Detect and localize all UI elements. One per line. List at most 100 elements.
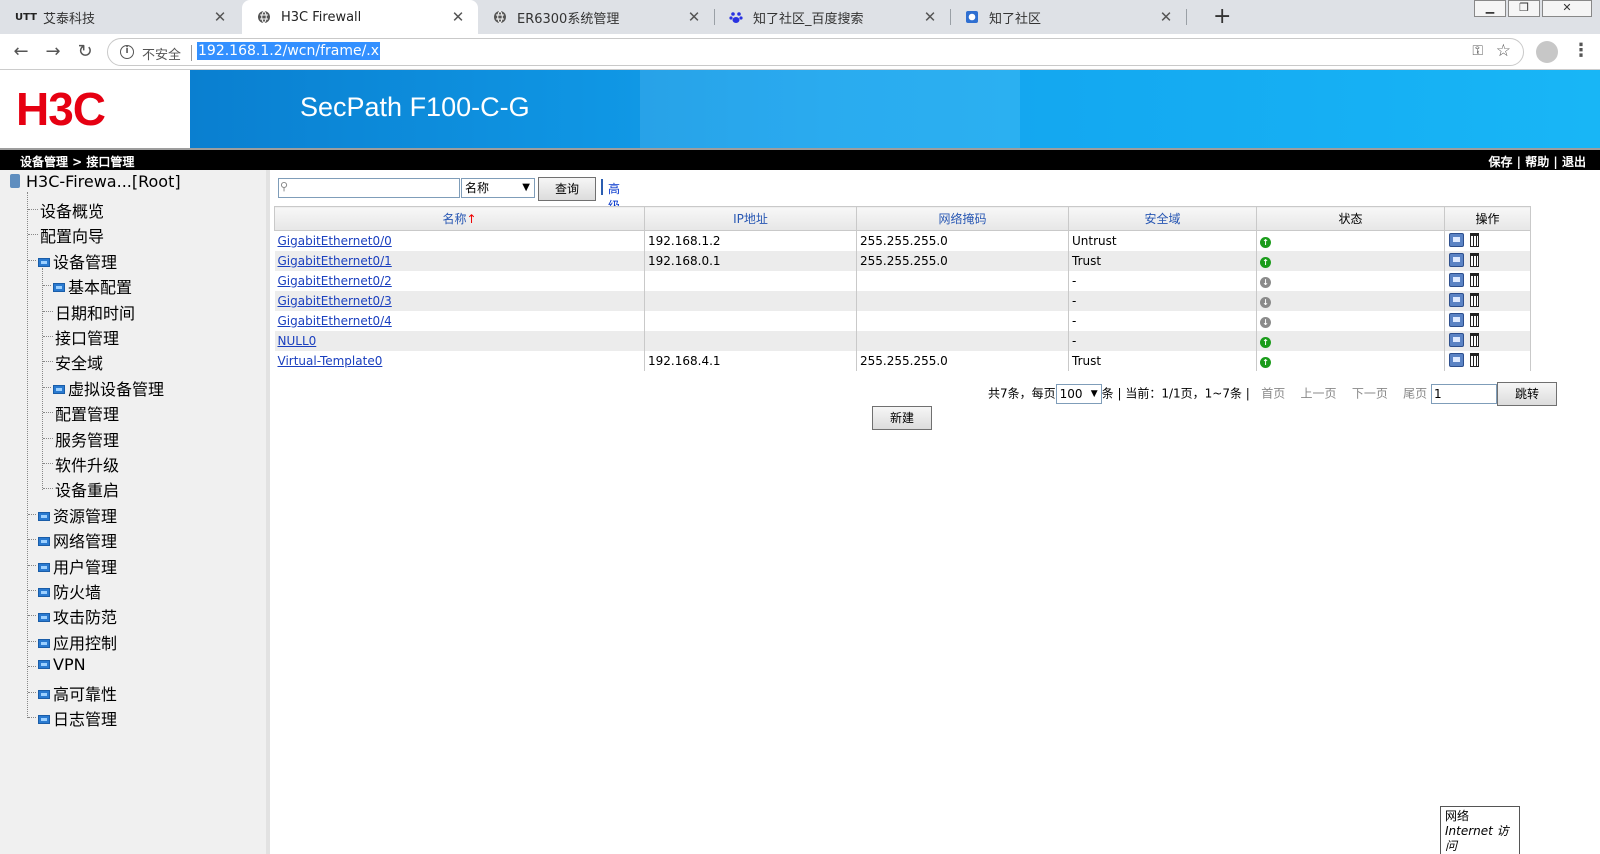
edit-icon[interactable] <box>1449 333 1464 347</box>
minimize-icon[interactable]: ▁ <box>1474 0 1506 17</box>
navigation-tree: H3C-Firewa...[Root] 设备概览 配置向导 设备管理 基本配置 日期和时… <box>0 170 270 854</box>
help-link[interactable]: 帮助 <box>1525 155 1549 169</box>
interface-name-link[interactable]: NULL0 <box>278 334 317 348</box>
sidebar-item[interactable]: 应用控制 <box>38 630 117 654</box>
tab-utt[interactable]: UTT 艾泰科技 ✕ <box>4 0 240 34</box>
tree-line <box>43 310 53 312</box>
col-header-zone[interactable]: 安全域 <box>1068 206 1257 231</box>
device-icon <box>10 174 20 188</box>
tab-close-icon[interactable]: ✕ <box>1158 8 1174 26</box>
sidebar-item-label: 高可靠性 <box>53 684 118 704</box>
tab-close-icon[interactable]: ✕ <box>450 8 466 26</box>
jump-page-input[interactable]: 1 <box>1430 384 1497 404</box>
zone-cell: Trust <box>1068 350 1257 371</box>
ip-cell: 192.168.0.1 <box>644 250 857 271</box>
sidebar-item[interactable]: 用户管理 <box>38 554 117 578</box>
sidebar-item[interactable]: 设备重启 <box>55 477 119 501</box>
logout-link[interactable]: 退出 <box>1562 155 1586 169</box>
tab-close-icon[interactable]: ✕ <box>922 8 938 26</box>
back-arrow-icon[interactable]: ← <box>9 40 33 64</box>
first-page-link[interactable]: 首页 <box>1261 387 1285 401</box>
sidebar-item-label: 安全域 <box>55 354 104 374</box>
tab-er6300[interactable]: ER6300系统管理 ✕ <box>478 0 714 34</box>
new-tab-icon[interactable]: + <box>1213 4 1231 29</box>
sidebar-item[interactable]: 服务管理 <box>55 427 119 451</box>
sidebar-item[interactable]: 配置管理 <box>55 401 119 425</box>
sidebar-item[interactable]: 接口管理 <box>55 325 119 349</box>
next-page-link[interactable]: 下一页 <box>1352 387 1388 401</box>
folder-icon <box>38 562 50 572</box>
network-popup[interactable]: 网络 Internet 访问 <box>1440 806 1520 854</box>
tab-zhiliao[interactable]: 知了社区 ✕ <box>950 0 1186 34</box>
bookmark-star-icon[interactable]: ☆ <box>1496 41 1511 61</box>
sidebar-item[interactable]: 资源管理 <box>38 503 117 527</box>
search-field-select[interactable]: 名称 ▼ <box>461 178 535 198</box>
new-interface-button[interactable]: 新建 <box>872 406 932 430</box>
edit-icon[interactable] <box>1449 233 1464 248</box>
tab-baidu-search[interactable]: 知了社区_百度搜索 ✕ <box>714 0 950 34</box>
tab-close-icon[interactable]: ✕ <box>212 8 228 26</box>
sidebar-item[interactable]: 防火墙 <box>38 579 101 603</box>
sidebar-item[interactable]: VPN <box>38 655 86 674</box>
tab-h3c-firewall[interactable]: H3C Firewall ✕ <box>242 0 478 34</box>
forward-arrow-icon[interactable]: → <box>41 40 65 64</box>
col-header-name[interactable]: 名称↑ <box>274 206 645 231</box>
tab-close-icon[interactable]: ✕ <box>686 8 702 26</box>
col-header-mask[interactable]: 网络掩码 <box>856 206 1069 231</box>
sidebar-item[interactable]: 基本配置 <box>53 274 132 298</box>
sidebar-item[interactable]: 安全域 <box>55 350 103 374</box>
reload-icon[interactable]: ↻ <box>73 40 97 64</box>
interface-name-link[interactable]: GigabitEthernet0/3 <box>278 294 392 308</box>
col-header-ip[interactable]: IP地址 <box>644 206 857 231</box>
delete-trash-icon[interactable] <box>1470 353 1479 367</box>
status-cell: ↑ <box>1256 230 1445 251</box>
sidebar-item[interactable]: 设备管理 <box>38 249 117 273</box>
edit-icon[interactable] <box>1449 293 1464 307</box>
sidebar-item[interactable]: 高可靠性 <box>38 681 117 705</box>
browser-menu-icon[interactable]: ⋮ <box>1572 40 1590 61</box>
url-text[interactable]: 192.168.1.2/wcn/frame/.x <box>197 42 381 60</box>
delete-trash-icon[interactable] <box>1470 233 1479 248</box>
interface-name-link[interactable]: GigabitEthernet0/4 <box>278 314 392 328</box>
sidebar-item[interactable]: 网络管理 <box>38 528 117 552</box>
address-bar[interactable]: i 不安全 192.168.1.2/wcn/frame/.x ⚿ ☆ <box>107 38 1524 66</box>
interface-name-cell: GigabitEthernet0/3 <box>274 290 645 311</box>
delete-trash-icon[interactable] <box>1470 333 1479 347</box>
sidebar-item[interactable]: 设备概览 <box>40 198 104 222</box>
last-page-link[interactable]: 尾页 <box>1403 387 1427 401</box>
page-size-select[interactable]: 100 ▼ <box>1055 384 1102 404</box>
jump-button[interactable]: 跳转 <box>1496 382 1557 406</box>
prev-page-link[interactable]: 上一页 <box>1301 387 1337 401</box>
info-icon[interactable]: i <box>120 45 134 59</box>
delete-trash-icon[interactable] <box>1470 253 1479 267</box>
sidebar-item[interactable]: 配置向导 <box>40 223 104 247</box>
edit-icon[interactable] <box>1449 353 1464 367</box>
interface-name-link[interactable]: GigabitEthernet0/1 <box>278 254 392 268</box>
sidebar-item[interactable]: 日志管理 <box>38 706 117 730</box>
delete-trash-icon[interactable] <box>1470 273 1479 287</box>
restore-icon[interactable]: ❐ <box>1508 0 1540 17</box>
interface-name-link[interactable]: GigabitEthernet0/0 <box>278 234 392 248</box>
query-button[interactable]: 查询 <box>538 177 596 201</box>
edit-icon[interactable] <box>1449 253 1464 267</box>
search-input[interactable] <box>278 178 460 198</box>
status-cell: ↓ <box>1256 310 1445 331</box>
interface-name-link[interactable]: Virtual-Template0 <box>278 354 383 368</box>
sidebar-item[interactable]: 攻击防范 <box>38 604 117 628</box>
close-window-icon[interactable]: ✕ <box>1542 0 1592 17</box>
tree-root[interactable]: H3C-Firewa...[Root] <box>10 172 181 191</box>
edit-icon[interactable] <box>1449 273 1464 287</box>
interface-name-link[interactable]: GigabitEthernet0/2 <box>278 274 392 288</box>
edit-icon[interactable] <box>1449 313 1464 327</box>
delete-trash-icon[interactable] <box>1470 293 1479 307</box>
page-size-value: 100 <box>1059 387 1083 401</box>
sidebar-item[interactable]: 软件升级 <box>55 452 119 476</box>
sidebar-item-label: 应用控制 <box>53 633 118 653</box>
save-link[interactable]: 保存 <box>1488 155 1512 169</box>
delete-trash-icon[interactable] <box>1470 313 1479 327</box>
sidebar-item[interactable]: 虚拟设备管理 <box>53 376 164 400</box>
sidebar-item[interactable]: 日期和时间 <box>55 300 135 324</box>
table-row: GigabitEthernet0/0 192.168.1.2 255.255.255… <box>274 230 1531 251</box>
key-icon[interactable]: ⚿ <box>1472 43 1483 59</box>
profile-avatar-icon[interactable] <box>1536 41 1558 63</box>
